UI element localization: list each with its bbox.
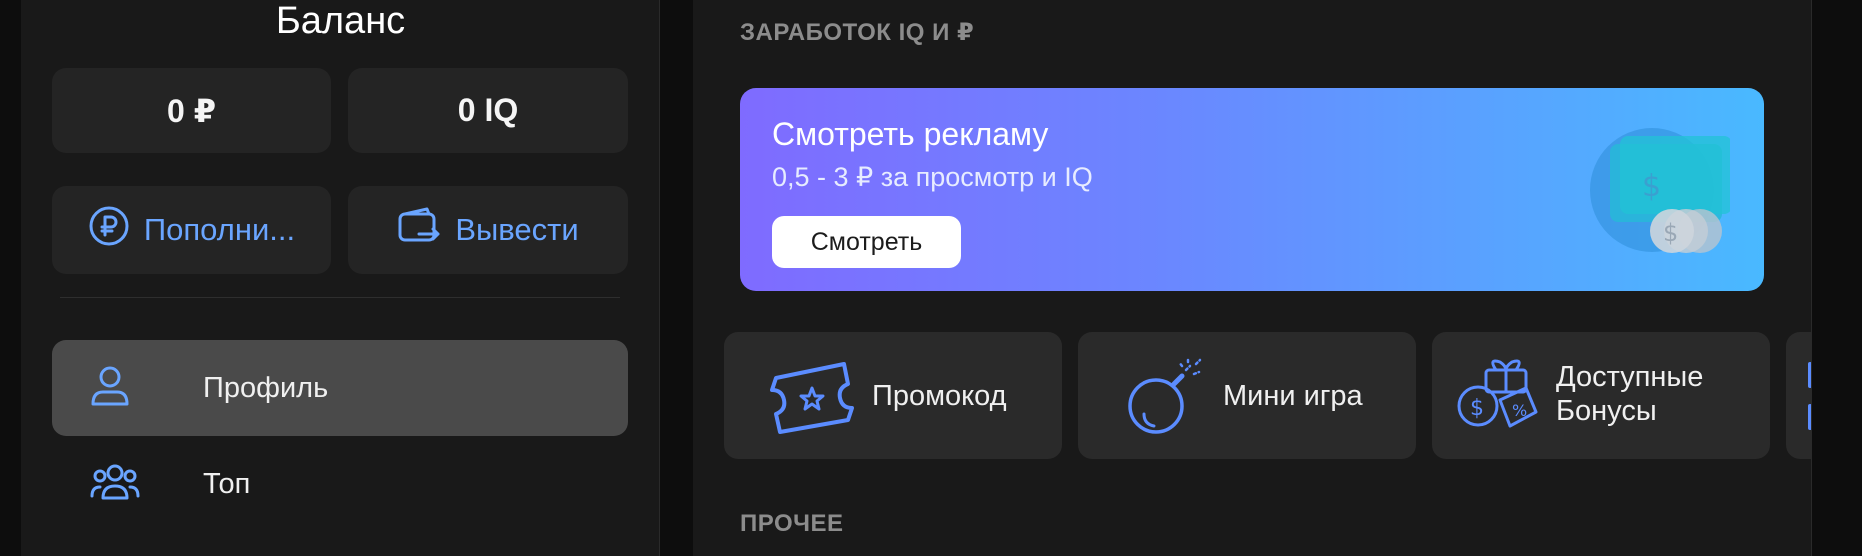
wallet-arrow-icon <box>397 206 441 254</box>
bonuses-label-line1: Доступные <box>1556 361 1704 393</box>
rub-balance-tile: 0 ₽ <box>52 68 331 153</box>
users-group-icon <box>89 462 141 507</box>
user-icon <box>89 364 131 413</box>
ruble-circle-icon <box>88 205 130 255</box>
money-coins-icon: $ $ <box>1590 128 1732 263</box>
svg-text:%: % <box>1512 401 1527 420</box>
bonuses-label-line2: Бонусы <box>1556 395 1657 427</box>
ad-title: Смотреть рекламу <box>772 116 1049 152</box>
withdraw-button[interactable]: Вывести <box>348 186 628 274</box>
withdraw-label: Вывести <box>455 212 579 247</box>
balance-title: Баланс <box>275 0 406 42</box>
topup-label: Пополни... <box>143 212 296 247</box>
ticket-star-icon <box>770 358 854 439</box>
promo-code-card[interactable]: Промокод <box>724 332 1062 459</box>
earn-panel: ЗАРАБОТОК IQ И ₽ Смотреть рекламу 0,5 - … <box>693 0 1812 556</box>
nav-item-profile[interactable]: Профиль <box>52 340 628 436</box>
iq-balance-value: 0 IQ <box>457 92 519 128</box>
card-icon-partial <box>1808 362 1811 388</box>
bonuses-card[interactable]: $ % Доступные Бонусы <box>1432 332 1770 459</box>
bonus-gift-icon: $ % <box>1456 356 1538 443</box>
earn-section-title: ЗАРАБОТОК IQ И ₽ <box>740 19 975 46</box>
ad-subtitle: 0,5 - 3 ₽ за просмотр и IQ <box>772 162 1093 192</box>
sidebar-divider <box>60 297 620 298</box>
svg-text:$: $ <box>1470 396 1484 421</box>
next-card-partial[interactable] <box>1786 332 1811 459</box>
svg-text:$: $ <box>1663 219 1678 247</box>
topup-button[interactable]: Пополни... <box>52 186 331 274</box>
nav-item-top[interactable]: Топ <box>52 436 628 532</box>
watch-ad-button[interactable]: Смотреть <box>772 216 961 268</box>
svg-text:$: $ <box>1642 169 1661 204</box>
balance-sidebar: Баланс 0 ₽ 0 IQ Пополни... Вывести Профи… <box>21 0 660 556</box>
other-section-title: ПРОЧЕЕ <box>740 510 844 537</box>
mini-game-card[interactable]: Мини игра <box>1078 332 1416 459</box>
rub-balance-value: 0 ₽ <box>167 92 216 129</box>
nav-label-profile: Профиль <box>203 371 329 404</box>
mini-game-label: Мини игра <box>1223 379 1363 412</box>
bomb-icon <box>1124 356 1204 443</box>
promo-code-label: Промокод <box>872 379 1007 412</box>
card-icon-partial-2 <box>1808 404 1811 430</box>
watch-ad-banner[interactable]: Смотреть рекламу 0,5 - 3 ₽ за просмотр и… <box>740 88 1764 291</box>
iq-balance-tile: 0 IQ <box>348 68 628 153</box>
panel-gap <box>660 0 693 556</box>
nav-label-top: Топ <box>203 467 251 500</box>
